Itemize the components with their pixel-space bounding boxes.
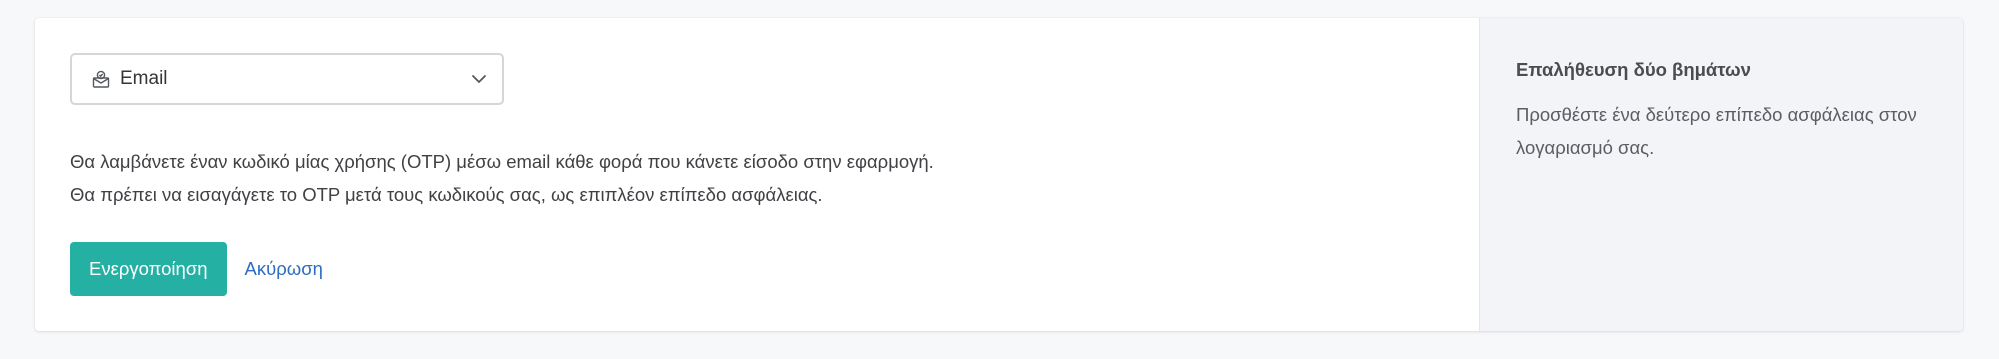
chevron-down-icon (470, 71, 488, 87)
envelope-badge-icon (90, 68, 112, 90)
otp-description-line-2: Θα πρέπει να εισαγάγετε το OTP μετά τους… (70, 184, 823, 205)
info-title: Επαλήθευση δύο βημάτων (1516, 59, 1751, 80)
otp-description-line-1: Θα λαμβάνετε έναν κωδικό μίας χρήσης (OT… (70, 151, 934, 172)
two-factor-info-panel: Επαλήθευση δύο βημάτων Προσθέστε ένα δεύ… (1479, 18, 1963, 331)
two-factor-settings-panel: Email Θα λαμβάνετε έναν κωδικό μίας χρήσ… (35, 18, 1479, 331)
two-factor-card: Email Θα λαμβάνετε έναν κωδικό μίας χρήσ… (35, 18, 1963, 331)
otp-method-value: Email (120, 68, 168, 89)
cancel-link[interactable]: Ακύρωση (245, 258, 323, 280)
otp-method-select[interactable]: Email (70, 53, 504, 105)
form-actions: Ενεργοποίηση Ακύρωση (70, 242, 1479, 296)
activate-button[interactable]: Ενεργοποίηση (70, 242, 227, 296)
info-description: Προσθέστε ένα δεύτερο επίπεδο ασφάλειας … (1516, 104, 1917, 158)
otp-description: Θα λαμβάνετε έναν κωδικό μίας χρήσης (OT… (70, 145, 1479, 211)
